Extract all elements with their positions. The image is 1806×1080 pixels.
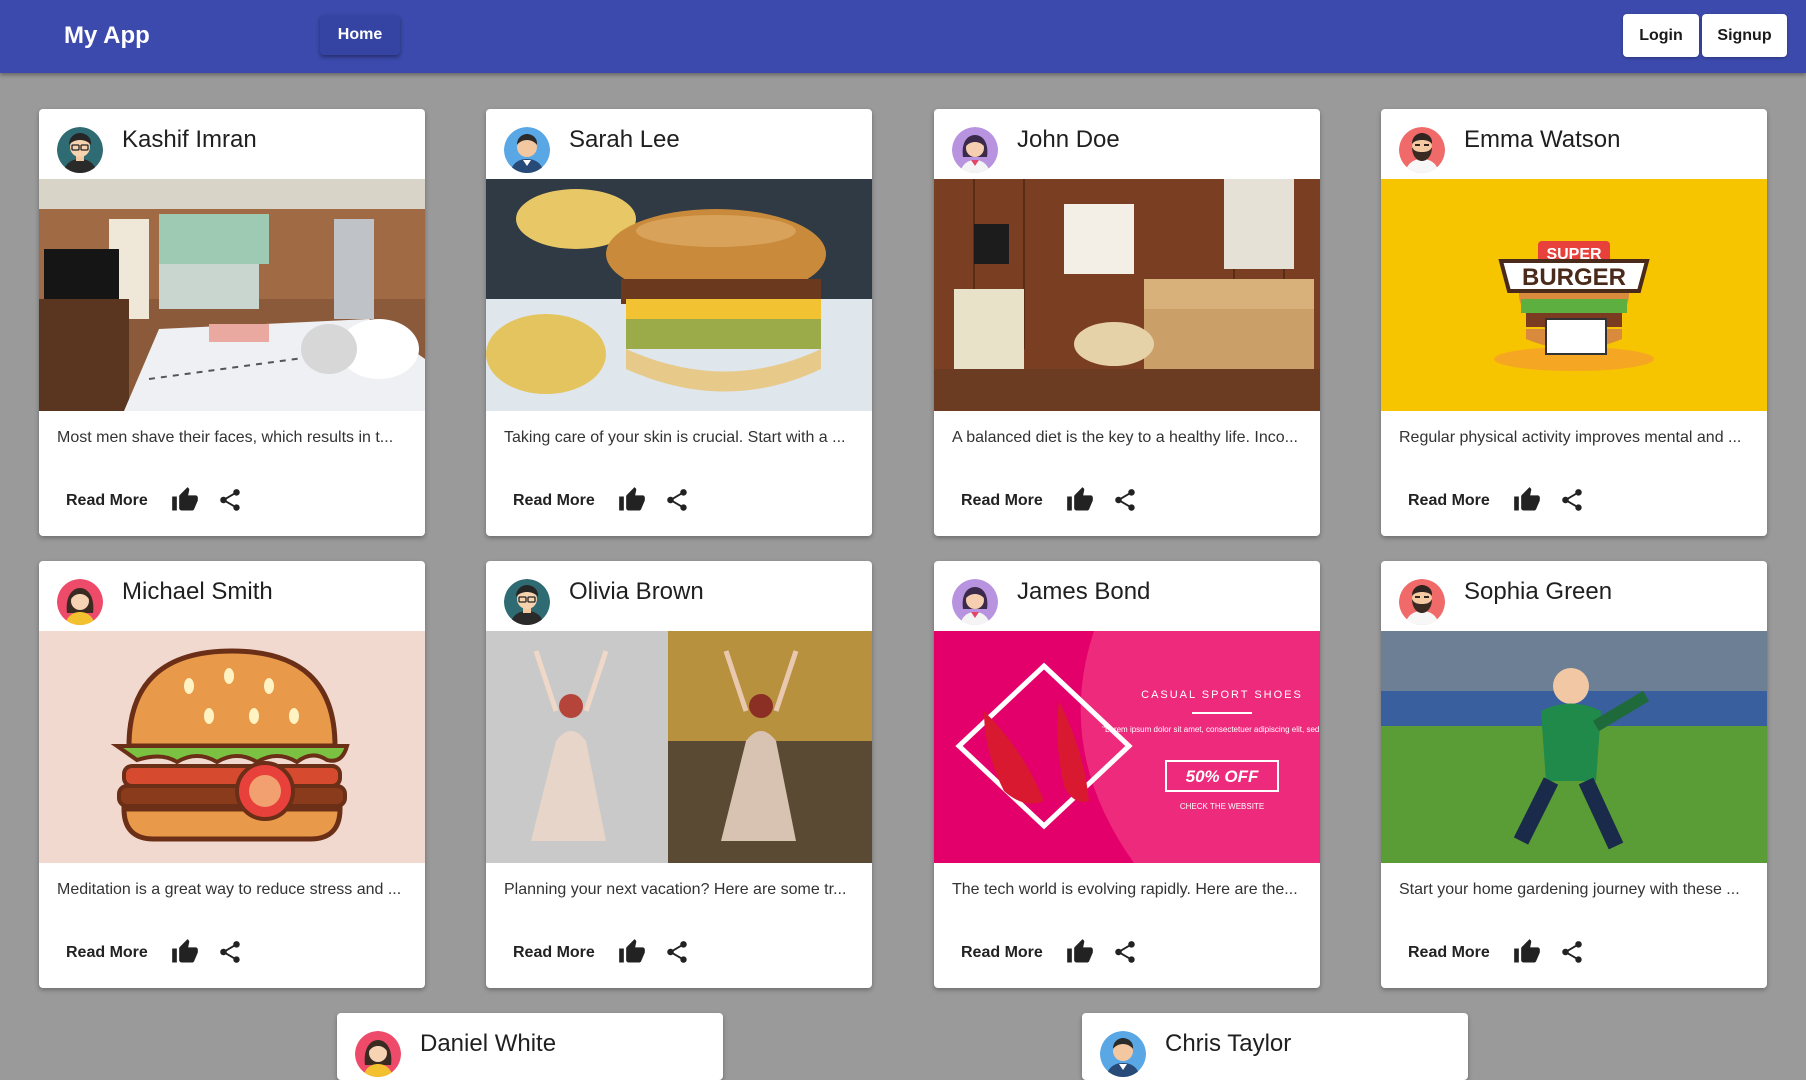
read-more-button[interactable]: Read More bbox=[504, 484, 604, 518]
card-author-name: James Bond bbox=[1017, 578, 1151, 605]
burger-illustration bbox=[39, 631, 425, 863]
card-author-name: Kashif Imran bbox=[122, 126, 257, 153]
bedroom-kitchen-photo bbox=[39, 179, 425, 411]
card-description: Meditation is a great way to reduce stre… bbox=[57, 881, 402, 898]
share-icon[interactable] bbox=[1558, 487, 1586, 515]
share-icon[interactable] bbox=[663, 939, 691, 967]
card-description: Regular physical activity improves menta… bbox=[1399, 429, 1742, 446]
dancer-before-after-photo bbox=[486, 631, 872, 863]
like-icon[interactable] bbox=[169, 485, 201, 517]
card-author-name: Chris Taylor bbox=[1165, 1030, 1292, 1057]
read-more-button[interactable]: Read More bbox=[57, 484, 157, 518]
like-icon[interactable] bbox=[1511, 485, 1543, 517]
card-author-name: Sarah Lee bbox=[569, 126, 680, 153]
ad-headline: CASUAL SPORT SHOES bbox=[1141, 689, 1303, 701]
like-icon[interactable] bbox=[616, 485, 648, 517]
read-more-button[interactable]: Read More bbox=[57, 936, 157, 970]
card-author-name: Daniel White bbox=[420, 1030, 557, 1057]
card-header: John Doe bbox=[934, 109, 1320, 179]
bearded-man-avatar bbox=[1399, 579, 1445, 625]
like-icon[interactable] bbox=[1064, 485, 1096, 517]
card-header: Sophia Green bbox=[1381, 561, 1767, 631]
card-header: James Bond bbox=[934, 561, 1320, 631]
card-header: Chris Taylor bbox=[1082, 1013, 1468, 1080]
signup-button[interactable]: Signup bbox=[1702, 14, 1787, 57]
card-author-name: Olivia Brown bbox=[569, 578, 704, 605]
card-description: The tech world is evolving rapidly. Here… bbox=[952, 881, 1298, 898]
woman-yellow-avatar bbox=[57, 579, 103, 625]
post-card: Kashif Imran Most men shave their faces,… bbox=[39, 109, 425, 536]
super-burger-logo: SUPER BURGER bbox=[1381, 179, 1767, 411]
share-icon[interactable] bbox=[216, 939, 244, 967]
post-card: James Bond CASUAL SPORT SHOES "Lorem ips… bbox=[934, 561, 1320, 988]
boy-glasses-avatar bbox=[57, 127, 103, 173]
card-header: Emma Watson bbox=[1381, 109, 1767, 179]
read-more-button[interactable]: Read More bbox=[504, 936, 604, 970]
ad-offer: 50% OFF bbox=[1186, 767, 1259, 786]
card-author-name: Emma Watson bbox=[1464, 126, 1621, 153]
man-blue-avatar bbox=[1100, 1031, 1146, 1077]
woman-purple-avatar bbox=[952, 579, 998, 625]
woman-purple-avatar bbox=[952, 127, 998, 173]
card-description: Start your home gardening journey with t… bbox=[1399, 881, 1740, 898]
card-header: Kashif Imran bbox=[39, 109, 425, 179]
ad-cta: CHECK THE WEBSITE bbox=[1180, 802, 1264, 811]
like-icon[interactable] bbox=[1511, 937, 1543, 969]
wooden-living-room-photo bbox=[934, 179, 1320, 411]
card-author-name: Michael Smith bbox=[122, 578, 273, 605]
read-more-button[interactable]: Read More bbox=[1399, 936, 1499, 970]
post-card: Michael Smith Meditation is a great way … bbox=[39, 561, 425, 988]
boy-glasses-avatar bbox=[504, 579, 550, 625]
card-header: Daniel White bbox=[337, 1013, 723, 1080]
card-author-name: John Doe bbox=[1017, 126, 1120, 153]
share-icon[interactable] bbox=[1111, 487, 1139, 515]
post-card: John Doe A balanced diet is the key to a… bbox=[934, 109, 1320, 536]
bearded-man-avatar bbox=[1399, 127, 1445, 173]
post-card: Chris Taylor bbox=[1082, 1013, 1468, 1080]
post-card: Emma Watson SUPER BURGER Regular physica… bbox=[1381, 109, 1767, 536]
man-blue-avatar bbox=[504, 127, 550, 173]
kid-soccer-photo bbox=[1381, 631, 1767, 863]
card-author-name: Sophia Green bbox=[1464, 578, 1613, 605]
read-more-button[interactable]: Read More bbox=[1399, 484, 1499, 518]
share-icon[interactable] bbox=[1111, 939, 1139, 967]
post-card: Sarah Lee Taking care of your skin is cr… bbox=[486, 109, 872, 536]
share-icon[interactable] bbox=[663, 487, 691, 515]
sport-shoes-ad: CASUAL SPORT SHOES "Lorem ipsum dolor si… bbox=[934, 631, 1320, 863]
read-more-button[interactable]: Read More bbox=[952, 484, 1052, 518]
read-more-button[interactable]: Read More bbox=[952, 936, 1052, 970]
burger-chips-photo bbox=[486, 179, 872, 411]
like-icon[interactable] bbox=[616, 937, 648, 969]
card-header: Sarah Lee bbox=[486, 109, 872, 179]
post-card: Olivia Brown Planning your next vacation… bbox=[486, 561, 872, 988]
login-button[interactable]: Login bbox=[1623, 14, 1699, 57]
card-description: Planning your next vacation? Here are so… bbox=[504, 881, 847, 898]
post-card: Sophia Green Start your home gardening j… bbox=[1381, 561, 1767, 988]
share-icon[interactable] bbox=[216, 487, 244, 515]
like-icon[interactable] bbox=[169, 937, 201, 969]
ad-body: "Lorem ipsum dolor sit amet, consectetue… bbox=[1102, 725, 1320, 734]
card-description: A balanced diet is the key to a healthy … bbox=[952, 429, 1298, 446]
card-header: Olivia Brown bbox=[486, 561, 872, 631]
share-icon[interactable] bbox=[1558, 939, 1586, 967]
app-bar: My App Home Login Signup bbox=[0, 0, 1806, 73]
card-header: Michael Smith bbox=[39, 561, 425, 631]
card-description: Most men shave their faces, which result… bbox=[57, 429, 394, 446]
nav-home-button[interactable]: Home bbox=[320, 15, 400, 55]
logo-main-text: BURGER bbox=[1522, 264, 1626, 291]
app-title[interactable]: My App bbox=[64, 22, 150, 50]
post-card: Daniel White bbox=[337, 1013, 723, 1080]
card-description: Taking care of your skin is crucial. Sta… bbox=[504, 429, 846, 446]
woman-yellow-avatar bbox=[355, 1031, 401, 1077]
like-icon[interactable] bbox=[1064, 937, 1096, 969]
